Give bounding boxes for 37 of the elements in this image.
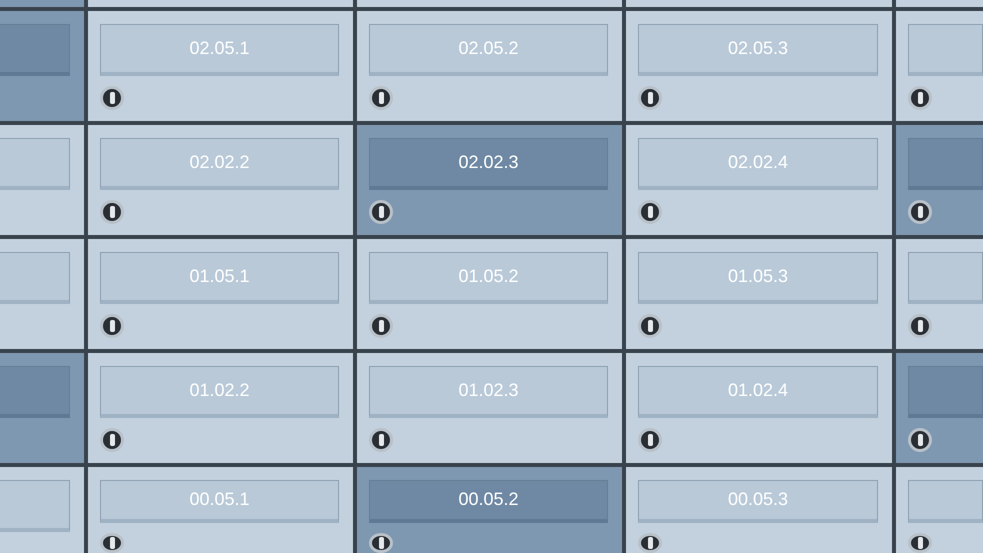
name-plate: 00.05.3 bbox=[638, 480, 878, 523]
name-plate: 01.05.2 bbox=[369, 252, 608, 304]
name-plate: 00.05.2 bbox=[369, 480, 608, 523]
name-plate: 01.02.3 bbox=[369, 366, 608, 418]
lock-icon bbox=[369, 428, 393, 452]
lock-icon bbox=[100, 200, 124, 224]
name-plate: 02.05.1 bbox=[100, 24, 339, 76]
name-plate: 02.02.4 bbox=[638, 138, 878, 190]
name-plate: 01.05.3 bbox=[638, 252, 878, 304]
name-plate: 01.05.1 bbox=[100, 252, 339, 304]
name-plate: 01.02.2 bbox=[100, 366, 339, 418]
lock-icon bbox=[369, 314, 393, 338]
lock-icon bbox=[100, 428, 124, 452]
lock-icon bbox=[908, 532, 932, 553]
lock-icon bbox=[908, 428, 932, 452]
name-plate bbox=[0, 366, 70, 418]
lock-icon bbox=[638, 428, 662, 452]
lock-icon bbox=[638, 200, 662, 224]
name-plate: 02.02.3 bbox=[369, 138, 608, 190]
lock-icon bbox=[100, 86, 124, 110]
lock-icon bbox=[369, 200, 393, 224]
name-plate: 01.02.4 bbox=[638, 366, 878, 418]
lock-icon bbox=[100, 532, 124, 553]
name-plate: 02.05.2 bbox=[369, 24, 608, 76]
lock-icon bbox=[638, 86, 662, 110]
lock-icon bbox=[369, 532, 393, 553]
lock-icon bbox=[638, 314, 662, 338]
name-plate bbox=[0, 24, 70, 76]
name-plate: 02.05.3 bbox=[638, 24, 878, 76]
lock-icon bbox=[100, 314, 124, 338]
name-plate: 00.05.1 bbox=[100, 480, 339, 523]
lock-icon bbox=[369, 86, 393, 110]
name-plate: 02.02.2 bbox=[100, 138, 339, 190]
lock-icon bbox=[908, 314, 932, 338]
lock-icon bbox=[908, 200, 932, 224]
lock-icon bbox=[638, 532, 662, 553]
lock-icon bbox=[908, 86, 932, 110]
